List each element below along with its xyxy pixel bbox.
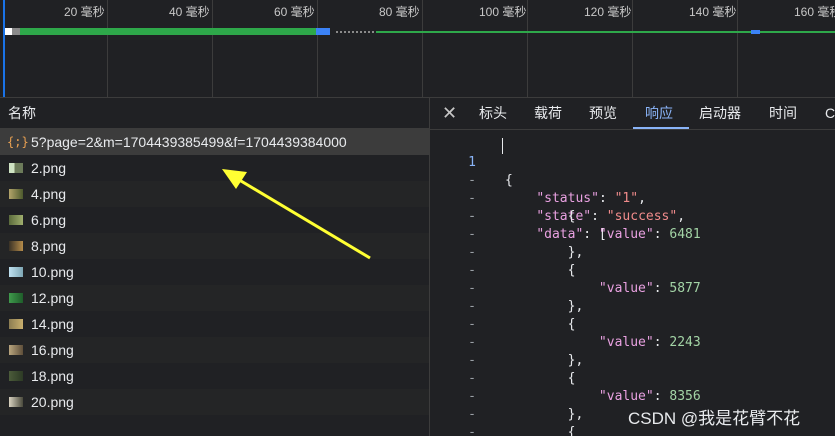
active-tab-indicator: [633, 127, 689, 129]
tab-headers[interactable]: 标头: [479, 98, 507, 129]
json-value-number: 2243: [669, 335, 701, 350]
json-icon: {;}: [7, 135, 29, 149]
request-row[interactable]: 6.png: [0, 207, 429, 233]
line-number: -: [468, 317, 476, 332]
line-number: -: [468, 281, 476, 296]
timeline-bar: [20, 28, 316, 35]
request-row[interactable]: 14.png: [0, 311, 429, 337]
timeline-bar: [376, 31, 835, 33]
line-number: -: [468, 425, 476, 436]
request-detail-pane: ✕ 标头 载荷 预览 响应 启动器 时间 Co 1 { - "status": …: [430, 98, 835, 436]
request-name: 14.png: [31, 316, 74, 332]
line-number: -: [468, 389, 476, 404]
timeline-tick-label: 100 毫秒: [479, 5, 527, 19]
timeline-cursor[interactable]: [3, 0, 5, 97]
timeline-tick-label: 120 毫秒: [584, 5, 632, 19]
timeline-tick-label: 60 毫秒: [274, 5, 315, 19]
timeline-bar: [5, 28, 12, 35]
request-name: 4.png: [31, 186, 67, 202]
line-number: -: [468, 335, 476, 350]
tab-preview[interactable]: 预览: [589, 98, 617, 129]
tab-response[interactable]: 响应: [645, 98, 673, 129]
line-number: -: [468, 227, 476, 242]
line-number: -: [468, 371, 476, 386]
line-number: -: [468, 209, 476, 224]
image-thumbnail-icon: [9, 319, 23, 329]
response-viewer[interactable]: 1 { - "status": "1", - "state": "success…: [430, 130, 835, 436]
line-number: -: [468, 353, 476, 368]
image-thumbnail-icon: [9, 371, 23, 381]
image-thumbnail-icon: [9, 215, 23, 225]
request-row[interactable]: 20.png: [0, 389, 429, 415]
request-name: 18.png: [31, 368, 74, 384]
request-row[interactable]: 10.png: [0, 259, 429, 285]
json-value-number: 6481: [669, 227, 701, 242]
tab-initiator[interactable]: 启动器: [699, 98, 741, 129]
request-row-api[interactable]: {;} 5?page=2&m=1704439385499&f=170443938…: [0, 129, 429, 155]
request-name: 12.png: [31, 290, 74, 306]
timeline-bar: [316, 28, 330, 35]
timeline-gridline: [422, 0, 423, 97]
timeline-gridline: [212, 0, 213, 97]
request-row[interactable]: 8.png: [0, 233, 429, 259]
timeline-tick-label: 160 毫秒: [794, 5, 835, 19]
detail-tab-bar: ✕ 标头 载荷 预览 响应 启动器 时间 Co: [430, 98, 835, 130]
text-caret: [502, 138, 503, 154]
timeline-tick-label: 20 毫秒: [64, 5, 105, 19]
request-name: 8.png: [31, 238, 67, 254]
json-brace: {: [505, 173, 513, 188]
timeline-gridline: [737, 0, 738, 97]
request-row[interactable]: 16.png: [0, 337, 429, 363]
timeline-tick-label: 40 毫秒: [169, 5, 210, 19]
request-name: 16.png: [31, 342, 74, 358]
line-number: -: [468, 263, 476, 278]
request-row[interactable]: 18.png: [0, 363, 429, 389]
image-thumbnail-icon: [9, 241, 23, 251]
watermark: CSDN @我是花臂不花: [628, 409, 801, 428]
timeline-gridline: [317, 0, 318, 97]
json-value-number: 8356: [669, 389, 701, 404]
request-row[interactable]: 12.png: [0, 285, 429, 311]
request-row[interactable]: 2.png: [0, 155, 429, 181]
request-list-pane: 名称 {;} 5?page=2&m=1704439385499&f=170443…: [0, 98, 429, 436]
line-number: -: [468, 245, 476, 260]
image-thumbnail-icon: [9, 163, 23, 173]
timeline-bar: [751, 30, 760, 34]
line-number: -: [468, 407, 476, 422]
timeline-bar: [12, 28, 20, 35]
timeline-tick-label: 80 毫秒: [379, 5, 420, 19]
tab-payload[interactable]: 载荷: [534, 98, 562, 129]
timeline-gridline: [107, 0, 108, 97]
json-value-state: "success": [606, 209, 678, 224]
timeline-tick-label: 140 毫秒: [689, 5, 737, 19]
request-name: 20.png: [31, 394, 74, 410]
timeline-bar: [336, 31, 374, 33]
json-value-status: "1": [614, 191, 639, 206]
name-column-header[interactable]: 名称: [0, 98, 429, 129]
request-name: 6.png: [31, 212, 67, 228]
close-icon[interactable]: ✕: [442, 103, 457, 124]
image-thumbnail-icon: [9, 293, 23, 303]
json-key-status: "status": [536, 191, 599, 206]
tab-timing[interactable]: 时间: [769, 98, 797, 129]
json-value-number: 5877: [669, 281, 701, 296]
request-name: 2.png: [31, 160, 67, 176]
request-name: 10.png: [31, 264, 74, 280]
line-number: -: [468, 299, 476, 314]
network-timeline-overview[interactable]: 20 毫秒 40 毫秒 60 毫秒 80 毫秒 100 毫秒 120 毫秒 14…: [0, 0, 835, 98]
tab-cookies[interactable]: Co: [825, 98, 835, 129]
image-thumbnail-icon: [9, 189, 23, 199]
request-name: 5?page=2&m=1704439385499&f=1704439384000: [31, 134, 347, 150]
timeline-gridline: [632, 0, 633, 97]
image-thumbnail-icon: [9, 267, 23, 277]
image-thumbnail-icon: [9, 345, 23, 355]
request-row[interactable]: 4.png: [0, 181, 429, 207]
timeline-gridline: [527, 0, 528, 97]
image-thumbnail-icon: [9, 397, 23, 407]
